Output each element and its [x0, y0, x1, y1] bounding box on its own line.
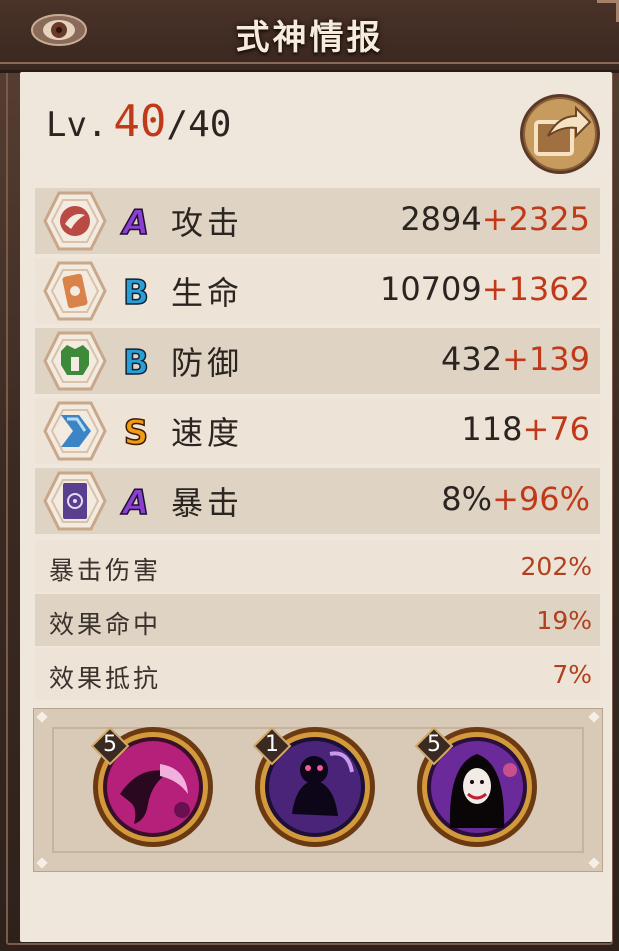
stat-name: 防御 [171, 344, 244, 382]
stat-bonus: +76 [522, 410, 590, 448]
grade-s-icon: S [123, 412, 149, 451]
header-divider [0, 62, 619, 64]
grade-label: A [120, 483, 149, 521]
secondary-stat-value: 7% [552, 660, 592, 689]
stat-name: 暴击 [171, 484, 244, 522]
stat-bonus: +1362 [481, 270, 590, 308]
grade-label: B [123, 273, 149, 311]
defense-icon [43, 331, 107, 391]
speed-icon [43, 401, 107, 461]
attack-icon [43, 191, 107, 251]
grade-a-icon: A [119, 482, 150, 521]
stat-value: 118+76 [461, 410, 590, 448]
stat-base: 118 [461, 410, 523, 448]
stat-name: 速度 [171, 414, 244, 452]
crit-icon [43, 471, 107, 531]
corner-ornament [597, 0, 619, 22]
stat-row-attack: A 攻击 2894+2325 [35, 188, 600, 254]
secondary-stat-row: 效果抵抗 7% [35, 648, 600, 700]
hp-icon [43, 261, 107, 321]
level-current: 40 [113, 96, 167, 147]
secondary-stat-row: 效果命中 19% [35, 594, 600, 646]
stat-base: 432 [441, 340, 503, 378]
stat-row-speed: S 速度 118+76 [35, 398, 600, 464]
level-display: Lv. 40 / 40 [46, 96, 232, 147]
page-title: 式神情报 [235, 18, 384, 58]
stat-name: 攻击 [171, 204, 244, 242]
header-bar: 式神情报 [0, 0, 619, 73]
stat-base: 10709 [379, 270, 482, 308]
stat-base: 8% [441, 480, 493, 518]
skill-level-value: 1 [265, 732, 279, 757]
secondary-stat-value: 19% [536, 606, 592, 635]
skill-level-badge: 5 [90, 726, 130, 766]
stat-name: 生命 [171, 274, 244, 312]
secondary-stat-row: 暴击伤害 202% [35, 540, 600, 592]
grade-b-icon: B [122, 342, 149, 381]
level-label: Lv. [46, 105, 108, 145]
secondary-stat-value: 202% [520, 552, 592, 581]
stat-row-crit: A 暴击 8%+96% [35, 468, 600, 534]
skill-level-badge: 1 [252, 726, 292, 766]
stat-value: 432+139 [441, 340, 590, 378]
corner-diamond [588, 857, 600, 869]
stat-base: 2894 [400, 200, 482, 238]
skill-level-value: 5 [427, 732, 441, 757]
corner-diamond [36, 857, 48, 869]
grade-label: B [123, 343, 149, 381]
level-max: 40 [188, 104, 232, 145]
stat-bonus: +96% [492, 480, 590, 518]
skill-level-value: 5 [103, 732, 117, 757]
grade-label: A [120, 203, 149, 241]
level-separator: / [166, 104, 189, 145]
stat-value: 10709+1362 [380, 270, 590, 308]
corner-diamond [36, 711, 48, 723]
stat-value: 2894+2325 [400, 200, 590, 238]
grade-label: S [124, 413, 149, 451]
grade-a-icon: A [119, 202, 150, 241]
share-button[interactable] [518, 92, 602, 176]
corner-diamond [588, 711, 600, 723]
skill-level-badge: 5 [414, 726, 454, 766]
stat-row-hp: B 生命 10709+1362 [35, 258, 600, 324]
stat-row-defense: B 防御 432+139 [35, 328, 600, 394]
stat-bonus: +139 [502, 340, 590, 378]
stat-value: 8%+96% [441, 480, 590, 518]
secondary-stat-name: 效果命中 [49, 610, 162, 639]
secondary-stat-name: 效果抵抗 [49, 664, 162, 693]
grade-b-icon: B [122, 272, 149, 311]
stat-bonus: +2325 [481, 200, 590, 238]
secondary-stat-name: 暴击伤害 [49, 556, 162, 585]
